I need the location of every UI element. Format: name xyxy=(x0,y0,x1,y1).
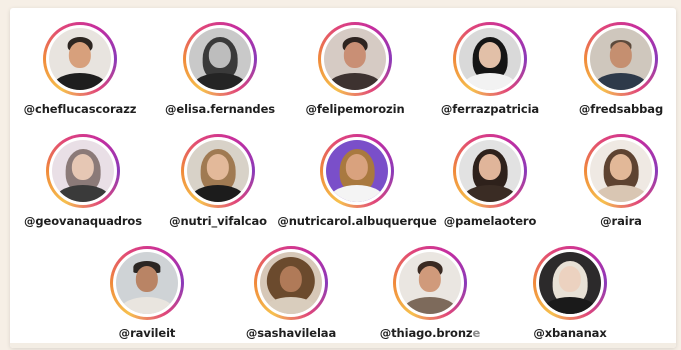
avatar xyxy=(459,28,521,90)
profile-card[interactable]: @fredsabbag xyxy=(546,22,676,116)
avatar xyxy=(326,140,388,202)
profile-card[interactable]: @geovanaquadros xyxy=(10,134,158,228)
avatar xyxy=(539,252,601,314)
profile-card[interactable]: @ravileit xyxy=(72,246,222,340)
profile-card[interactable]: @ferrazpatricia xyxy=(415,22,565,116)
profile-handle[interactable]: @fredsabbag xyxy=(579,102,663,116)
profile-handle[interactable]: @felipemorozin xyxy=(305,102,404,116)
story-ring[interactable] xyxy=(318,22,392,96)
profile-handle[interactable]: @nutri_vifalcao xyxy=(169,214,267,228)
story-ring[interactable] xyxy=(320,134,394,208)
story-ring[interactable] xyxy=(453,134,527,208)
profile-card[interactable]: @felipemorozin xyxy=(280,22,430,116)
profile-handle[interactable]: @nutricarol.albuquerque xyxy=(277,214,436,228)
profile-card[interactable]: @nutri_vifalcao xyxy=(143,134,293,228)
profile-handle[interactable]: @xbananax xyxy=(533,326,606,340)
story-ring[interactable] xyxy=(43,22,117,96)
story-ring[interactable] xyxy=(46,134,120,208)
story-ring[interactable] xyxy=(183,22,257,96)
profile-handle[interactable]: @sashavilelaa xyxy=(246,326,336,340)
story-ring[interactable] xyxy=(584,22,658,96)
profile-card[interactable]: @raira xyxy=(546,134,676,228)
profile-handle[interactable]: @elisa.fernandes xyxy=(165,102,275,116)
avatar xyxy=(260,252,322,314)
profile-handle[interactable]: @raira xyxy=(600,214,642,228)
avatar xyxy=(324,28,386,90)
avatar xyxy=(590,28,652,90)
profile-handle[interactable]: @ravileit xyxy=(119,326,176,340)
profile-handle[interactable]: @pamelaotero xyxy=(444,214,537,228)
profile-card[interactable]: @pamelaotero xyxy=(415,134,565,228)
avatar xyxy=(52,140,114,202)
avatar xyxy=(590,140,652,202)
profile-card[interactable]: @sashavilelaa xyxy=(216,246,366,340)
avatar xyxy=(459,140,521,202)
avatar xyxy=(49,28,111,90)
profile-card[interactable]: @nutricarol.albuquerque xyxy=(277,134,437,228)
profile-handle-text: @thiago.bronze xyxy=(379,326,481,340)
avatar xyxy=(116,252,178,314)
story-ring[interactable] xyxy=(453,22,527,96)
story-ring[interactable] xyxy=(584,134,658,208)
avatar xyxy=(399,252,461,314)
board-edge xyxy=(10,343,676,348)
profile-card[interactable]: @cheflucascorazz xyxy=(10,22,155,116)
story-ring[interactable] xyxy=(254,246,328,320)
avatar xyxy=(187,140,249,202)
profiles-board: @cheflucascorazz @elisa.fernandes @felip… xyxy=(10,8,676,348)
story-ring[interactable] xyxy=(393,246,467,320)
profile-card[interactable]: @elisa.fernandes xyxy=(145,22,295,116)
profile-handle[interactable]: @ferrazpatricia xyxy=(441,102,539,116)
avatar xyxy=(189,28,251,90)
story-ring[interactable] xyxy=(533,246,607,320)
profile-handle[interactable]: @thiago.bronze xyxy=(379,326,481,340)
profile-card[interactable]: @thiago.bronze xyxy=(355,246,505,340)
story-ring[interactable] xyxy=(181,134,255,208)
story-ring[interactable] xyxy=(110,246,184,320)
profile-card[interactable]: @xbananax xyxy=(495,246,645,340)
profile-handle[interactable]: @cheflucascorazz xyxy=(24,102,137,116)
profile-handle[interactable]: @geovanaquadros xyxy=(24,214,142,228)
